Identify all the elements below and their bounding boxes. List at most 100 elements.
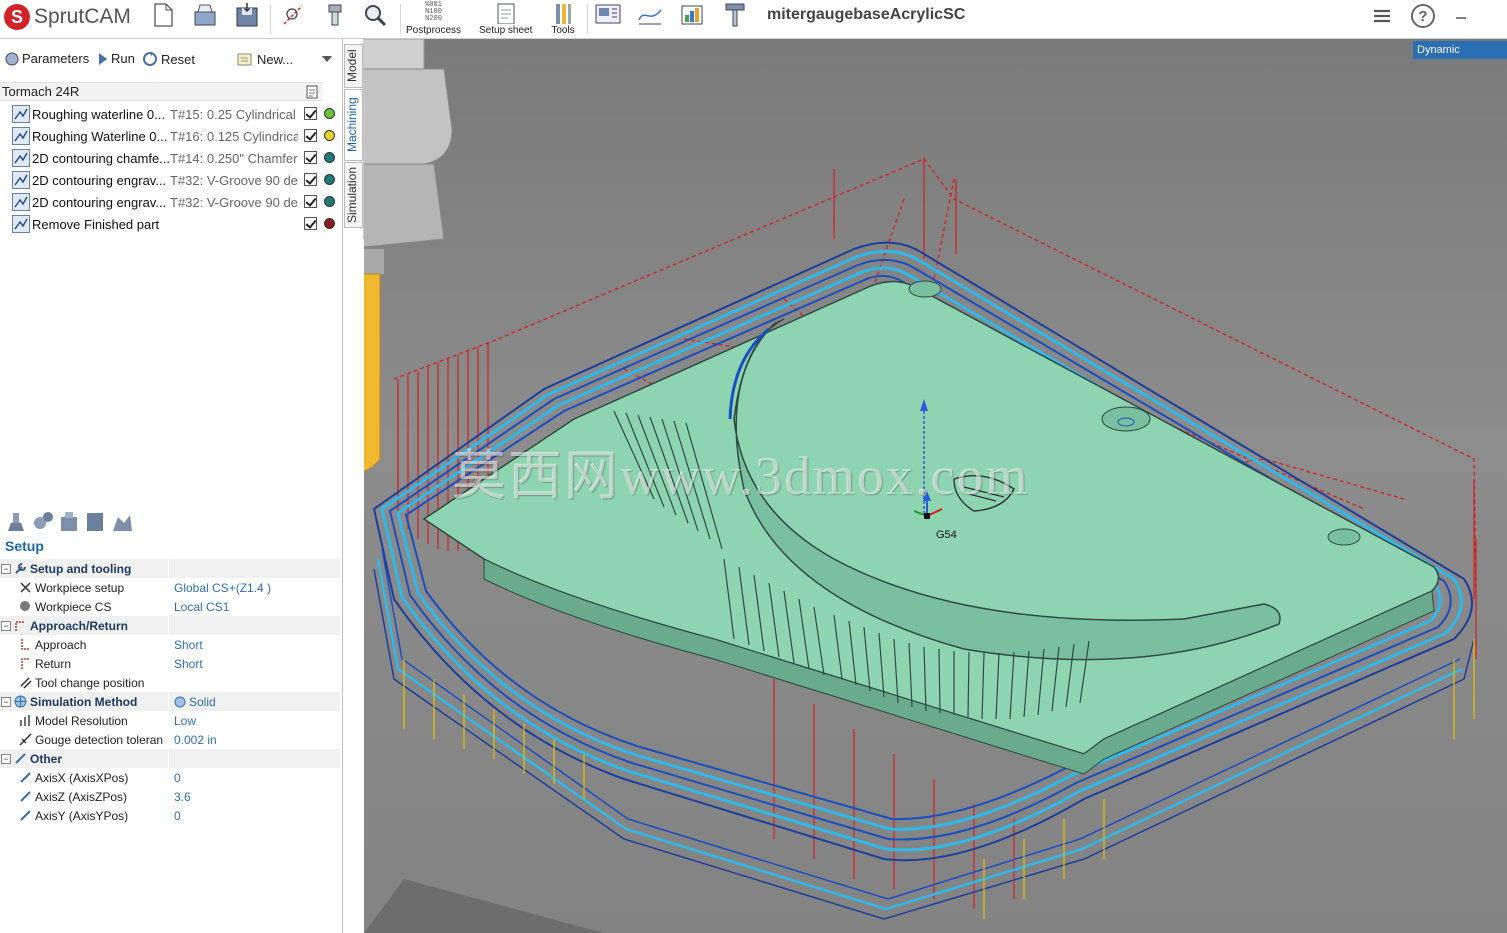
- postprocess-button[interactable]: %001 N100 N200 Postprocess: [406, 2, 461, 37]
- prop-axis-x[interactable]: AxisX (AxisXPos) 0: [0, 768, 340, 787]
- chart-bars-icon: [681, 5, 703, 25]
- operation-enabled-checkbox[interactable]: [304, 195, 317, 208]
- 3d-viewport[interactable]: Dynamic G54 莫西网www.3dmox.com: [364, 39, 1507, 933]
- document-icon[interactable]: [306, 85, 318, 99]
- operation-row[interactable]: Roughing Waterline 0... T#16: 0.125 Cylin…: [0, 125, 340, 147]
- reset-icon: [143, 52, 157, 66]
- operation-row[interactable]: 2D contouring engrav... T#32: V-Groove 90…: [0, 169, 340, 191]
- fixture-icon[interactable]: [58, 509, 80, 533]
- measure-button[interactable]: [362, 2, 388, 36]
- new-operation-label: New...: [257, 51, 294, 67]
- simulation-method-value[interactable]: Solid: [174, 695, 216, 709]
- axis-icon: [13, 752, 27, 766]
- parameters-button[interactable]: Parameters: [5, 51, 89, 66]
- prop-workpiece-setup[interactable]: Workpiece setup Global CS+(Z1.4 ): [0, 578, 340, 597]
- prop-approach[interactable]: Approach Short: [0, 635, 340, 654]
- machine-name: Tormach 24R: [2, 84, 80, 99]
- collapse-toggle-icon[interactable]: −: [1, 753, 11, 764]
- group-label: Setup and tooling: [30, 561, 132, 576]
- operation-name: Remove Finished part: [32, 216, 160, 232]
- setup-sheet-button[interactable]: Setup sheet: [479, 2, 532, 36]
- group-label: Other: [30, 751, 63, 766]
- prop-value[interactable]: 0: [174, 771, 181, 785]
- prop-name: Model Resolution: [35, 713, 128, 728]
- reset-button[interactable]: Reset: [142, 51, 195, 67]
- prop-tool-change-position[interactable]: Tool change position: [0, 673, 340, 692]
- workpiece-icon[interactable]: [84, 509, 106, 533]
- new-file-button[interactable]: [152, 2, 174, 36]
- tool-library-button[interactable]: [322, 2, 348, 36]
- operation-enabled-checkbox[interactable]: [304, 151, 317, 164]
- prop-axis-z[interactable]: AxisZ (AxisZPos) 3.6: [0, 787, 340, 806]
- operation-row[interactable]: Roughing waterline 0... T#15: 0.25 Cylind…: [0, 103, 340, 125]
- group-simulation-method[interactable]: − Simulation Method Solid: [0, 692, 340, 711]
- group-label: Approach/Return: [30, 618, 129, 633]
- operation-name: 2D contouring engrav...: [32, 172, 167, 188]
- report-button[interactable]: [678, 2, 706, 36]
- operation-enabled-checkbox[interactable]: [304, 217, 317, 230]
- group-approach-return[interactable]: − Approach/Return: [0, 616, 340, 635]
- operation-name: Roughing Waterline 0...: [32, 128, 168, 144]
- cross-section-icon: [283, 5, 303, 25]
- magnifier-icon: [365, 5, 387, 27]
- operation-enabled-checkbox[interactable]: [304, 173, 317, 186]
- tab-model[interactable]: Model: [344, 44, 363, 88]
- gouge-icon: [18, 733, 32, 747]
- help-button[interactable]: ?: [1410, 3, 1436, 32]
- watermark: 莫西网www.3dmox.com: [452, 446, 1030, 506]
- prop-return[interactable]: Return Short: [0, 654, 340, 673]
- cut-plane-button[interactable]: [280, 2, 306, 36]
- run-button[interactable]: Run: [98, 51, 135, 66]
- prop-axis-y[interactable]: AxisY (AxisYPos) 0: [0, 806, 340, 825]
- contouring-operation-icon: [12, 149, 30, 167]
- tab-simulation[interactable]: Simulation: [344, 162, 363, 228]
- collapse-toggle-icon[interactable]: −: [1, 620, 11, 631]
- operation-row[interactable]: 2D contouring chamfe... T#14: 0.250" Cham…: [0, 147, 340, 169]
- prop-value[interactable]: 3.6: [174, 790, 191, 804]
- machine-control-button[interactable]: [594, 2, 622, 36]
- prop-value[interactable]: Low: [174, 714, 196, 728]
- prop-model-resolution[interactable]: Model Resolution Low: [0, 711, 340, 730]
- prop-gouge-detection[interactable]: Gouge detection toleran 0.002 in: [0, 730, 340, 749]
- prop-value[interactable]: Global CS+(Z1.4 ): [174, 581, 271, 595]
- group-setup-tooling[interactable]: − Setup and tooling: [0, 559, 340, 578]
- setup-machine-icon[interactable]: [4, 509, 28, 533]
- machine-node[interactable]: Tormach 24R: [0, 82, 322, 101]
- chevron-down-icon: [322, 56, 332, 62]
- axis-icon: [18, 790, 32, 804]
- workpiece-part: [422, 280, 1440, 775]
- toolpath-graph-button[interactable]: [636, 2, 664, 36]
- tools-button[interactable]: Tools: [550, 2, 576, 36]
- part-icon[interactable]: [110, 509, 134, 533]
- prop-value[interactable]: 0: [174, 809, 181, 823]
- minimize-button[interactable]: [1454, 6, 1468, 29]
- spindle-button[interactable]: [722, 2, 748, 36]
- operation-tool: T#16: 0.125 Cylindrica: [170, 128, 298, 144]
- operation-row[interactable]: Remove Finished part: [0, 213, 340, 235]
- prop-name: Gouge detection toleran: [35, 732, 164, 747]
- prop-value[interactable]: 0.002 in: [174, 733, 217, 747]
- operations-list: Roughing waterline 0... T#15: 0.25 Cylind…: [0, 103, 340, 235]
- menu-button[interactable]: [1372, 6, 1392, 29]
- prop-value[interactable]: Short: [174, 638, 203, 652]
- new-operation-button[interactable]: New...: [236, 51, 293, 67]
- collapse-toggle-icon[interactable]: −: [1, 563, 11, 574]
- prop-name: Tool change position: [35, 675, 145, 690]
- prop-workpiece-cs[interactable]: Workpiece CS Local CS1: [0, 597, 340, 616]
- tools-label: Tools: [551, 25, 575, 36]
- save-file-button[interactable]: [234, 2, 260, 36]
- workpiece-setup-icon: [18, 581, 32, 595]
- new-operation-dropdown[interactable]: [322, 56, 332, 62]
- prop-value[interactable]: Local CS1: [174, 600, 229, 614]
- operation-enabled-checkbox[interactable]: [304, 107, 317, 120]
- group-other[interactable]: − Other: [0, 749, 340, 768]
- open-file-button[interactable]: [192, 2, 218, 36]
- tab-machining[interactable]: Machining: [344, 89, 363, 161]
- view-mode-badge[interactable]: Dynamic: [1413, 41, 1507, 59]
- collapse-toggle-icon[interactable]: −: [1, 696, 11, 707]
- operation-enabled-checkbox[interactable]: [304, 129, 317, 142]
- prop-value[interactable]: Short: [174, 657, 203, 671]
- operation-row[interactable]: 2D contouring engrav... T#32: V-Groove 90…: [0, 191, 340, 213]
- tool-setup-icon[interactable]: [32, 509, 54, 533]
- prop-name: AxisY (AxisYPos): [35, 808, 129, 823]
